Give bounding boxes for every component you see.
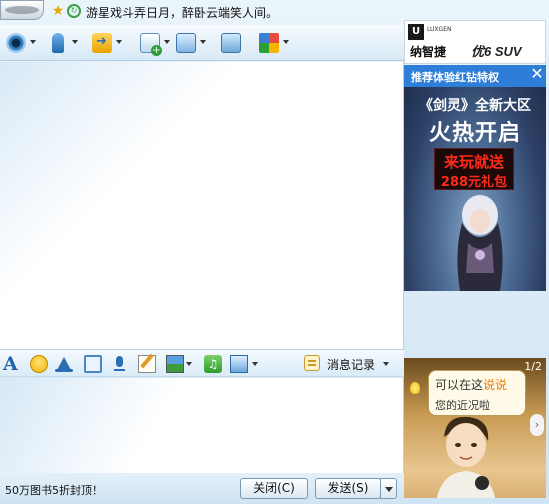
brand-model: 优6 SUV (471, 44, 522, 59)
next-arrow-icon[interactable]: › (530, 414, 544, 436)
message-history[interactable] (0, 62, 404, 349)
chevron-down-icon (200, 40, 206, 44)
send-image-icon[interactable] (166, 355, 184, 373)
chevron-down-icon (164, 40, 170, 44)
input-toolbar: A ♫ 消息记录 (0, 349, 404, 377)
game-promo-ad[interactable]: 推荐体验红钻特权 ✕ 《剑灵》全新大区 火热开启 来玩就送 288元礼包 (404, 65, 546, 291)
apps-button[interactable] (257, 30, 295, 56)
brand-tagline: LUXGEN (427, 26, 452, 33)
main-toolbar (0, 25, 404, 61)
send-options-button[interactable] (380, 478, 397, 499)
music-icon[interactable]: ♫ (204, 355, 222, 373)
message-input[interactable] (0, 378, 404, 473)
chevron-down-icon (116, 40, 122, 44)
emoji-icon[interactable] (30, 355, 48, 373)
create-discussion-icon (140, 33, 162, 56)
brand-banner-ad[interactable]: U LUXGEN 纳智捷 优6 SUV (404, 20, 546, 64)
brand-logo: U (408, 24, 424, 40)
chevron-down-icon[interactable] (252, 362, 258, 366)
window-shake-icon[interactable] (55, 355, 73, 373)
chevron-down-icon (30, 40, 36, 44)
create-discussion-button[interactable] (138, 30, 176, 56)
remote-assist-icon (176, 33, 196, 53)
contact-signature: 游星戏斗弄日月，醉卧云端笑人间。 (86, 6, 279, 20)
chevron-down-icon (283, 40, 289, 44)
promo-title: 火热开启 (428, 121, 521, 146)
share-screen-icon (221, 33, 241, 53)
chevron-down-icon (383, 362, 389, 366)
speech-bubble[interactable]: 可以在这说说 您的近况啦 (428, 370, 526, 416)
webcam-icon (6, 33, 26, 53)
speech-bubble-prefix: 可以在这 (435, 378, 484, 392)
promo-gift-line2: 288元礼包 (440, 175, 508, 190)
share-screen-button[interactable] (219, 30, 257, 56)
send-file-button[interactable] (90, 30, 128, 56)
chat-footer: 50万图书5折封顶！ 关闭(C) 发送(S) (0, 473, 404, 504)
message-history-label: 消息记录 (327, 358, 376, 372)
webcam-button[interactable] (4, 30, 42, 56)
microphone-icon (52, 33, 64, 53)
promo-headline: 《剑灵》全新大区 (419, 98, 531, 114)
cartoon-person-illustration (436, 416, 496, 498)
speech-bubble-highlight: 说说 (483, 378, 508, 392)
promo-header-bar[interactable]: 推荐体验红钻特权 ✕ (404, 65, 546, 87)
contact-avatar[interactable] (0, 0, 44, 20)
chevron-down-icon[interactable] (186, 362, 192, 366)
brand-name: 纳智捷 (410, 45, 447, 59)
close-icon[interactable]: ✕ (530, 66, 544, 82)
promo-header-text: 推荐体验红钻特权 (411, 71, 499, 84)
carousel-page-indicator: 1/2 (524, 360, 542, 373)
screenshot-icon[interactable] (84, 355, 102, 373)
refresh-icon[interactable]: ↻ (67, 4, 81, 18)
promo-character-illustration (457, 195, 503, 291)
close-button[interactable]: 关闭(C) (240, 478, 308, 499)
remote-assist-button[interactable] (174, 30, 212, 56)
send-button[interactable]: 发送(S) (315, 478, 381, 499)
message-history-button[interactable]: 消息记录 (301, 354, 401, 374)
star-icon[interactable]: ★ (51, 4, 65, 18)
remote-desktop-icon[interactable] (230, 355, 248, 373)
voice-call-button[interactable] (46, 30, 84, 56)
voice-message-icon[interactable] (111, 355, 129, 373)
promo-text-link[interactable]: 50万图书5折封顶！ (5, 482, 103, 498)
lightbulb-icon (410, 382, 420, 394)
chevron-down-icon (72, 40, 78, 44)
doodle-icon[interactable] (138, 355, 156, 373)
message-history-icon (304, 355, 320, 371)
send-file-icon (92, 33, 112, 53)
speech-bubble-line1: 可以在这说说 (435, 376, 507, 393)
speech-bubble-line2: 您的近况啦 (435, 399, 490, 412)
promo-gift-line1: 来玩就送 (443, 153, 504, 171)
ad-sidebar: U LUXGEN 纳智捷 优6 SUV 推荐体验红钻特权 ✕ 《剑灵》全新大区 … (403, 20, 549, 504)
status-prompt-ad[interactable]: 1/2 可以在这说说 您的近况啦 › (404, 358, 546, 498)
apps-icon (259, 33, 279, 53)
font-icon[interactable]: A (3, 355, 21, 374)
promo-gift-box: 来玩就送 288元礼包 (434, 148, 514, 190)
chat-window: ★ ↻ 游星戏斗弄日月，醉卧云端笑人间。 ➜ + U LUXGEN 纳智捷 优6… (0, 0, 549, 504)
